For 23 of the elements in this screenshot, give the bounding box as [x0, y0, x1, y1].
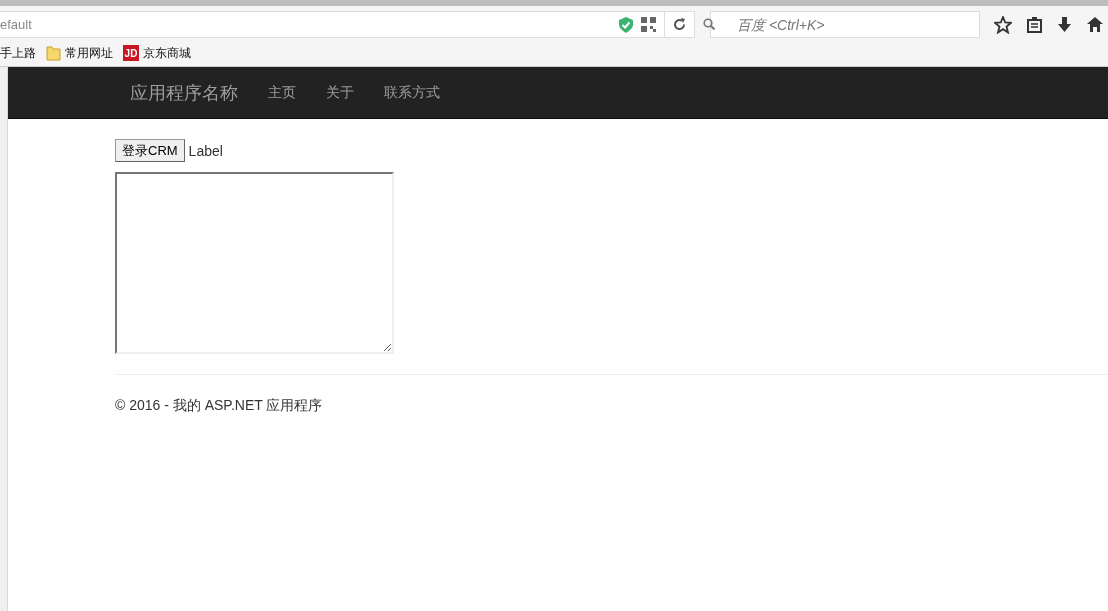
search-field[interactable]: 百度 <Ctrl+K> — [710, 11, 980, 38]
brand-link[interactable]: 应用程序名称 — [130, 80, 238, 105]
star-icon[interactable] — [994, 15, 1012, 34]
download-icon[interactable] — [1057, 16, 1072, 33]
label-text: Label — [188, 142, 223, 159]
reload-button[interactable] — [665, 11, 695, 38]
address-text: efault — [0, 17, 33, 32]
reading-list-icon[interactable] — [1027, 16, 1042, 33]
reload-icon — [673, 18, 686, 31]
nav-link[interactable]: 主页 — [253, 83, 311, 102]
address-bar[interactable]: efault — [0, 11, 665, 38]
folder-icon — [46, 45, 61, 61]
nav-link[interactable]: 关于 — [311, 83, 369, 102]
nav-link[interactable]: 联系方式 — [369, 83, 455, 102]
bookmark-link[interactable]: 手上路 — [0, 44, 36, 62]
login-button[interactable]: 登录CRM — [115, 139, 185, 162]
shield-icon — [619, 16, 633, 33]
bookmark-link[interactable]: 京东商城 — [143, 44, 191, 62]
qr-code-icon[interactable] — [641, 17, 656, 32]
logo-icon: JD — [123, 45, 139, 61]
footer-text: © 2016 - 我的 ASP.NET 应用程序 — [115, 397, 324, 415]
bookmark-link[interactable]: 常用网址 — [65, 44, 113, 62]
home-icon[interactable] — [1087, 17, 1103, 32]
